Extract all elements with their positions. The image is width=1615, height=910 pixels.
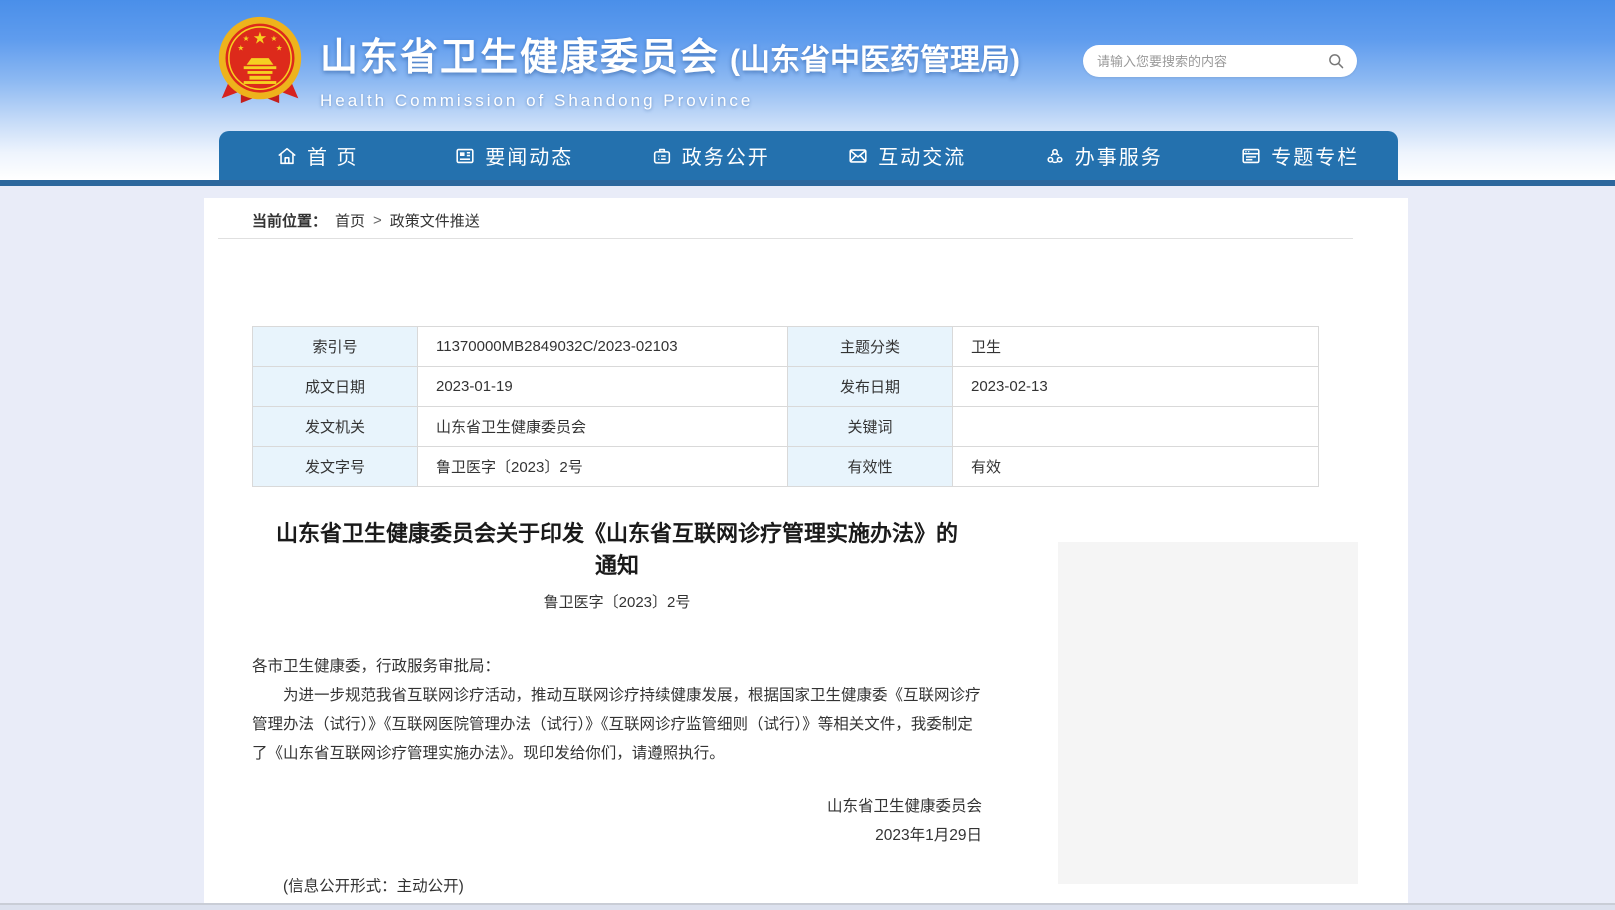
site-title-english: Health Commission of Shandong Province <box>320 91 1020 111</box>
nav-item-special-columns[interactable]: 专题专栏 <box>1202 131 1399 180</box>
breadcrumb: 当前位置： 首页 > 政策文件推送 <box>252 210 480 231</box>
nav-underline-strip <box>0 180 1615 186</box>
meta-value: 卫生 <box>953 327 1319 367</box>
meta-value: 鲁卫医字〔2023〕2号 <box>418 447 788 487</box>
article: 山东省卫生健康委员会关于印发《山东省互联网诊疗管理实施办法》的通知 鲁卫医字〔2… <box>252 518 982 896</box>
site-logo-link[interactable]: ★ ★ ★ ★ ★ <box>214 14 306 106</box>
meta-value: 2023-02-13 <box>953 367 1319 407</box>
meta-value: 山东省卫生健康委员会 <box>418 407 788 447</box>
nav-label: 首 页 <box>307 141 359 170</box>
envelope-icon <box>847 145 869 167</box>
meta-value: 2023-01-19 <box>418 367 788 407</box>
svg-text:★: ★ <box>243 34 250 43</box>
main-content: 当前位置： 首页 > 政策文件推送 索引号 11370000MB2849032C… <box>204 198 1408 904</box>
meta-label: 发布日期 <box>788 367 953 407</box>
columns-icon <box>1240 145 1262 167</box>
breadcrumb-home-link[interactable]: 首页 <box>335 210 365 231</box>
meta-label: 成文日期 <box>253 367 418 407</box>
site-titles: 山东省卫生健康委员会 (山东省中医药管理局) Health Commission… <box>320 26 1020 111</box>
article-paragraph: 为进一步规范我省互联网诊疗活动，推动互联网诊疗持续健康发展，根据国家卫生健康委《… <box>252 681 982 768</box>
breadcrumb-separator: > <box>373 212 382 229</box>
site-title: 山东省卫生健康委员会 <box>320 26 720 81</box>
nav-label: 专题专栏 <box>1271 141 1359 170</box>
nav-label: 互动交流 <box>878 141 966 170</box>
article-doc-number: 鲁卫医字〔2023〕2号 <box>252 591 982 612</box>
main-nav: 首 页 要闻动态 政务公开 互动交 <box>219 131 1398 180</box>
meta-value <box>953 407 1319 447</box>
table-row: 成文日期 2023-01-19 发布日期 2023-02-13 <box>253 367 1319 407</box>
national-emblem-icon: ★ ★ ★ ★ ★ <box>214 14 306 106</box>
svg-text:★: ★ <box>270 34 277 43</box>
meta-label: 发文机关 <box>253 407 418 447</box>
nav-label: 要闻动态 <box>485 141 573 170</box>
breadcrumb-current-link[interactable]: 政策文件推送 <box>390 210 480 231</box>
article-signer: 山东省卫生健康委员会 <box>252 792 982 821</box>
nav-item-interaction[interactable]: 互动交流 <box>809 131 1006 180</box>
breadcrumb-divider <box>218 238 1353 239</box>
svg-text:★: ★ <box>253 30 268 48</box>
meta-label: 发文字号 <box>253 447 418 487</box>
badge-icon <box>651 145 673 167</box>
search-input[interactable] <box>1097 54 1327 69</box>
footer-divider <box>0 903 1615 910</box>
article-title: 山东省卫生健康委员会关于印发《山东省互联网诊疗管理实施办法》的通知 <box>267 518 967 582</box>
svg-text:★: ★ <box>276 43 283 52</box>
breadcrumb-label: 当前位置： <box>252 210 327 231</box>
site-subtitle: (山东省中医药管理局) <box>730 35 1020 79</box>
article-sign-date: 2023年1月29日 <box>252 821 982 850</box>
nav-label: 办事服务 <box>1075 141 1163 170</box>
page: ★ ★ ★ ★ ★ 山东省卫生健康委员会 (山东省中医药管理局) Health … <box>0 0 1615 910</box>
article-salutation: 各市卫生健康委，行政服务审批局： <box>252 652 982 681</box>
site-search <box>1083 45 1357 77</box>
document-meta-table: 索引号 11370000MB2849032C/2023-02103 主题分类 卫… <box>252 326 1319 487</box>
home-icon <box>276 145 298 167</box>
search-icon[interactable] <box>1327 52 1345 70</box>
nav-label: 政务公开 <box>682 141 770 170</box>
nav-item-gov-disclosure[interactable]: 政务公开 <box>612 131 809 180</box>
side-placeholder-box <box>1058 542 1358 884</box>
disclosure-note: (信息公开形式：主动公开) <box>252 874 982 896</box>
meta-label: 索引号 <box>253 327 418 367</box>
nav-item-services[interactable]: 办事服务 <box>1005 131 1202 180</box>
table-row: 索引号 11370000MB2849032C/2023-02103 主题分类 卫… <box>253 327 1319 367</box>
meta-label: 有效性 <box>788 447 953 487</box>
meta-label: 主题分类 <box>788 327 953 367</box>
nav-item-home[interactable]: 首 页 <box>219 131 416 180</box>
nav-item-news[interactable]: 要闻动态 <box>416 131 613 180</box>
news-icon <box>454 145 476 167</box>
table-row: 发文机关 山东省卫生健康委员会 关键词 <box>253 407 1319 447</box>
svg-text:★: ★ <box>237 43 244 52</box>
meta-value: 有效 <box>953 447 1319 487</box>
meta-value: 11370000MB2849032C/2023-02103 <box>418 327 788 367</box>
service-icon <box>1044 145 1066 167</box>
meta-label: 关键词 <box>788 407 953 447</box>
table-row: 发文字号 鲁卫医字〔2023〕2号 有效性 有效 <box>253 447 1319 487</box>
